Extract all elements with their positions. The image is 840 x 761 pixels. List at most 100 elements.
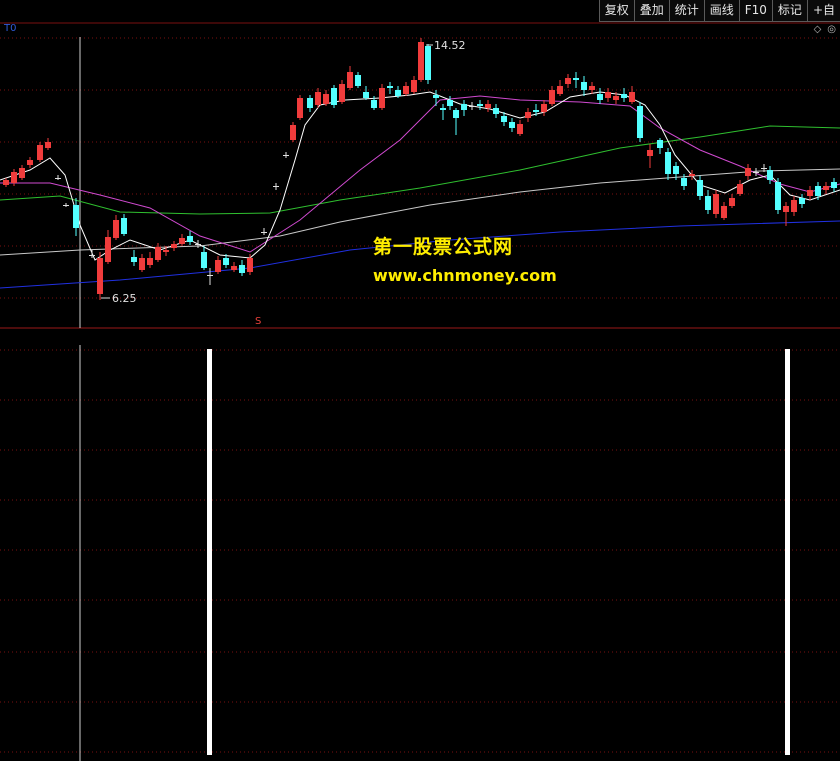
candle-down xyxy=(573,78,579,80)
candle-up xyxy=(721,206,727,218)
candle-up xyxy=(297,98,303,118)
candle-up xyxy=(791,200,797,212)
candle-up xyxy=(713,194,719,214)
candle-down xyxy=(195,244,201,245)
candle-down xyxy=(657,140,663,148)
candle-down xyxy=(207,275,213,276)
candle-up xyxy=(3,180,9,185)
candle-down xyxy=(433,95,439,98)
candle-up xyxy=(27,160,33,165)
candle-down xyxy=(453,110,459,118)
candle-up xyxy=(247,258,253,272)
candle-down xyxy=(55,178,61,179)
candle-up xyxy=(339,84,345,102)
candle-down xyxy=(371,100,377,108)
candle-down xyxy=(761,168,767,169)
kline-chart[interactable] xyxy=(0,0,840,761)
candlesticks xyxy=(3,38,837,300)
candle-up xyxy=(379,88,385,108)
candle-down xyxy=(121,218,127,234)
candle-down xyxy=(307,98,313,108)
candle-up xyxy=(485,104,491,108)
candle-up xyxy=(418,42,424,80)
candle-up xyxy=(45,142,51,148)
candle-up xyxy=(403,86,409,94)
candle-up xyxy=(171,244,177,248)
candle-down xyxy=(261,232,267,233)
candle-down xyxy=(331,88,337,105)
candle-up xyxy=(729,198,735,206)
candle-up xyxy=(11,172,17,183)
candle-up xyxy=(163,250,169,252)
candle-down xyxy=(425,46,431,80)
candle-up xyxy=(215,260,221,272)
candle-up xyxy=(231,266,237,270)
candle-up xyxy=(113,220,119,238)
candle-down xyxy=(815,186,821,196)
candle-up xyxy=(139,258,145,270)
candle-down xyxy=(387,86,393,88)
candle-down xyxy=(63,205,69,206)
candle-down xyxy=(395,90,401,96)
candle-up xyxy=(347,72,353,88)
candle-up xyxy=(629,92,635,102)
candle-down xyxy=(753,172,759,173)
candle-down xyxy=(461,104,467,110)
candle-up xyxy=(525,112,531,118)
candle-up xyxy=(783,206,789,212)
candle-down xyxy=(201,252,207,268)
candle-up xyxy=(19,168,25,178)
candle-up xyxy=(647,150,653,156)
candle-up xyxy=(565,78,571,84)
candle-up xyxy=(541,104,547,112)
signal-bar-left xyxy=(207,349,212,755)
candle-down xyxy=(621,94,627,98)
watermark-url: www.chnmoney.com xyxy=(373,266,557,285)
candle-down xyxy=(239,265,245,273)
signal-marker: S xyxy=(255,316,262,327)
candle-down xyxy=(273,186,279,187)
candle-down xyxy=(493,108,499,114)
candle-down xyxy=(831,182,837,188)
high-price-label: 14.52 xyxy=(434,39,466,52)
candle-up xyxy=(557,86,563,94)
candle-down xyxy=(697,180,703,196)
candle-down xyxy=(581,82,587,90)
candle-down xyxy=(705,196,711,210)
candle-down xyxy=(187,236,193,242)
candle-down xyxy=(477,104,483,106)
candle-down xyxy=(355,75,361,86)
candle-down xyxy=(363,92,369,98)
candle-down xyxy=(469,106,475,107)
watermark-title: 第一股票公式网 xyxy=(373,236,514,258)
candle-up xyxy=(323,94,329,104)
candle-down xyxy=(73,205,79,228)
candle-down xyxy=(509,122,515,128)
low-price-label: 6.25 xyxy=(112,292,137,305)
candle-up xyxy=(290,125,296,140)
candle-up xyxy=(807,190,813,196)
candle-down xyxy=(89,255,95,256)
candle-up xyxy=(689,174,695,176)
candle-up xyxy=(97,258,103,294)
candle-down xyxy=(673,166,679,174)
candle-up xyxy=(37,145,43,160)
candle-down xyxy=(665,152,671,174)
candle-down xyxy=(440,108,446,110)
candle-down xyxy=(681,178,687,186)
candle-up xyxy=(823,186,829,190)
candle-up xyxy=(517,124,523,134)
signal-bar-right xyxy=(785,349,790,755)
candle-down xyxy=(799,198,805,204)
candle-up xyxy=(105,237,111,262)
candle-down xyxy=(131,257,137,262)
candle-up xyxy=(315,92,321,105)
candle-up xyxy=(589,86,595,90)
candle-up xyxy=(737,184,743,194)
candle-down xyxy=(767,170,773,180)
candle-up xyxy=(605,92,611,98)
candle-up xyxy=(411,80,417,92)
candle-up xyxy=(613,96,619,100)
candle-up xyxy=(155,247,161,260)
candle-up xyxy=(147,258,153,265)
